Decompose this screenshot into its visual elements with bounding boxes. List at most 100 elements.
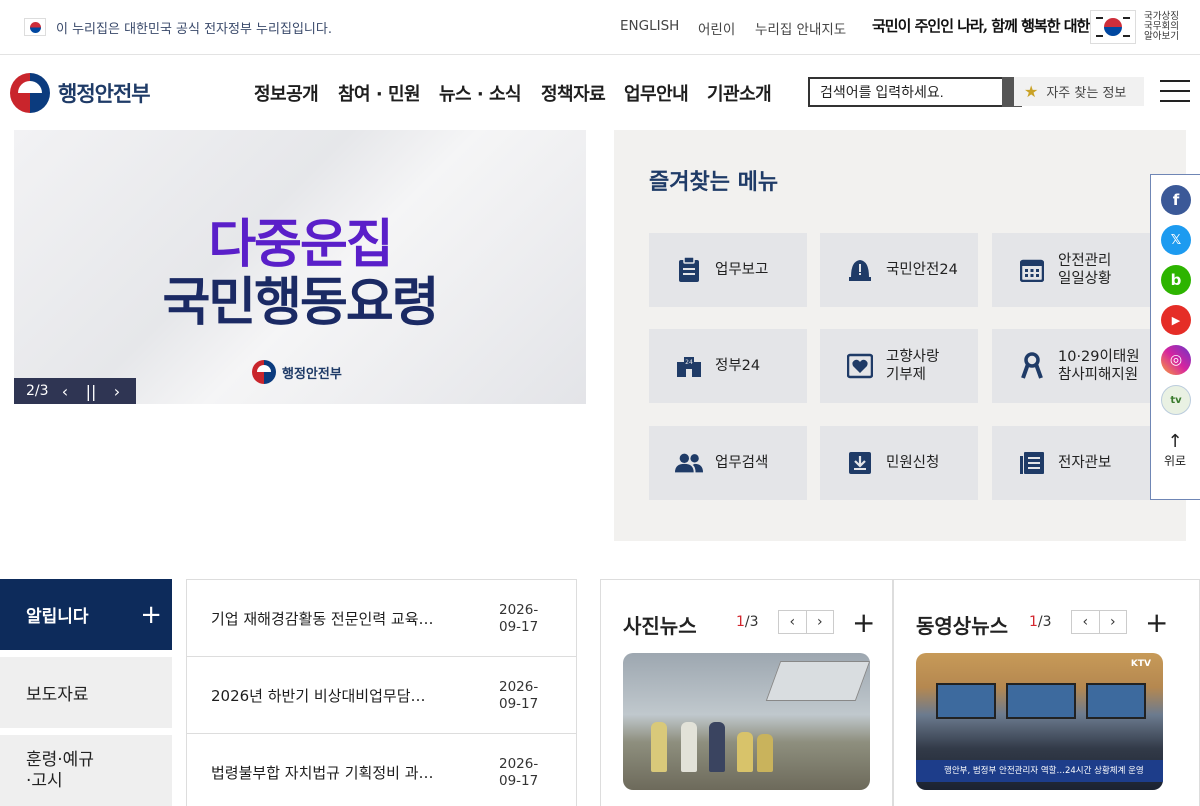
fav-item-label: 업무보고 (715, 262, 769, 278)
fav-item-label: 민원신청 (886, 455, 940, 471)
photo-news-pager: 1/3 (736, 614, 759, 630)
banner-headline-2: 국민행동요령 (162, 273, 439, 333)
tab-regulations[interactable]: 훈령·예규 ·고시 (0, 735, 172, 806)
nav-about[interactable]: 기관소개 (707, 80, 772, 106)
notice-title: 기업 재해경감활동 전문인력 교육… (211, 610, 434, 628)
notice-list: 기업 재해경감활동 전문인력 교육… 2026- 09-17 2026년 하반기… (186, 579, 577, 806)
chevron-left-icon[interactable]: ‹ (779, 611, 807, 633)
fav-item-daily-safety[interactable]: 안전관리 일일상황 (992, 233, 1150, 307)
heart-box-icon (846, 352, 874, 380)
photo-news-box: 사진뉴스 1/3 ‹ › + (600, 579, 893, 806)
blog-icon[interactable]: b (1161, 265, 1191, 295)
banner-controls: 2/3 ‹ || › (14, 378, 136, 404)
taegeuk-logo-icon (10, 73, 50, 113)
slide-counter: 2/3 (26, 383, 49, 399)
scroll-top-button[interactable]: ↑ 위로 (1151, 431, 1199, 469)
notice-date: 2026- 09-17 (499, 679, 539, 712)
main-banner[interactable]: 다중운집 국민행동요령 행정안전부 (14, 130, 586, 404)
fav-item-itaewon-support[interactable]: 10·29이태원 참사피해지원 (992, 329, 1150, 403)
fav-item-safety24[interactable]: 국민안전24 (820, 233, 978, 307)
search-box (808, 77, 1022, 107)
prev-slide-icon[interactable]: ‹ (52, 382, 78, 401)
photo-news-thumbnail[interactable] (623, 653, 870, 790)
arrow-up-icon: ↑ (1167, 431, 1183, 452)
chevron-left-icon[interactable]: ‹ (1072, 611, 1100, 633)
fav-item-label: 전자관보 (1058, 455, 1112, 471)
video-news-pager: 1/3 (1029, 614, 1052, 630)
nav-news[interactable]: 뉴스 · 소식 (439, 80, 522, 106)
notice-date: 2026- 09-17 (499, 602, 539, 635)
frequent-info-button[interactable]: ★ 자주 찾는 정보 (1014, 77, 1144, 106)
chevron-right-icon[interactable]: › (1100, 611, 1127, 633)
photo-news-arrows: ‹ › (778, 610, 834, 634)
people-icon (675, 449, 703, 477)
national-symbols-link[interactable]: 국가상징 국무회의 알아보기 (1090, 9, 1186, 45)
x-icon[interactable]: 𝕏 (1161, 225, 1191, 255)
list-item[interactable]: 기업 재해경감활동 전문인력 교육… 2026- 09-17 (187, 580, 576, 657)
top-utility-bar: 이 누리집은 대한민국 공식 전자정부 누리집입니다. ENGLISH 어린이 … (0, 0, 1200, 55)
korea-flag-icon (1090, 10, 1136, 44)
video-news-arrows: ‹ › (1071, 610, 1127, 634)
pause-icon[interactable]: || (78, 382, 104, 401)
fav-item-label: 국민안전24 (886, 262, 958, 278)
next-slide-icon[interactable]: › (104, 382, 130, 401)
fav-item-label: 안전관리 일일상황 (1058, 253, 1112, 287)
fav-item-label: 고향사랑 기부제 (886, 349, 940, 383)
gov24-icon: 24 (675, 352, 703, 380)
notice-date: 2026- 09-17 (499, 756, 539, 789)
tv-icon[interactable]: tv (1161, 385, 1191, 415)
site-logo[interactable]: 행정안전부 (10, 73, 151, 113)
english-link[interactable]: ENGLISH (620, 18, 679, 34)
plus-icon[interactable]: + (1145, 606, 1168, 639)
tab-notices[interactable]: 알립니다 + (0, 579, 172, 650)
list-item[interactable]: 법령불부합 자치법규 기획정비 과… 2026- 09-17 (187, 734, 576, 806)
photo-news-title: 사진뉴스 (623, 614, 697, 638)
nav-work-guide[interactable]: 업무안내 (624, 80, 689, 106)
sitemap-link[interactable]: 누리집 안내지도 (755, 18, 846, 38)
list-item[interactable]: 2026년 하반기 비상대비업무담… 2026- 09-17 (187, 657, 576, 734)
kids-link[interactable]: 어린이 (698, 18, 735, 38)
document-list-icon (1018, 449, 1046, 477)
fav-item-hometown-donation[interactable]: 고향사랑 기부제 (820, 329, 978, 403)
video-caption: 행안부, 범정부 안전관리자 역할…24시간 상황체계 운영 (916, 760, 1163, 782)
gov-site-notice[interactable]: 이 누리집은 대한민국 공식 전자정부 누리집입니다. (56, 18, 332, 37)
logo-text: 행정안전부 (58, 82, 151, 106)
facebook-icon[interactable]: f (1161, 185, 1191, 215)
channel-label: KTV (1130, 659, 1151, 669)
fav-item-civil-petition[interactable]: 민원신청 (820, 426, 978, 500)
fav-item-label: 10·29이태원 참사피해지원 (1058, 349, 1140, 383)
plus-icon[interactable]: + (140, 600, 162, 630)
scroll-top-label: 위로 (1163, 454, 1187, 468)
favorites-panel: 즐겨찾는 메뉴 업무보고 국민안전24 안전관리 일일상황 24 정부24 고향… (614, 130, 1186, 541)
fav-item-gov24[interactable]: 24 정부24 (649, 329, 807, 403)
nav-participation[interactable]: 참여 · 민원 (338, 80, 421, 106)
alert-bell-icon (846, 256, 874, 284)
frequent-info-label: 자주 찾는 정보 (1046, 86, 1127, 101)
nav-info-disclosure[interactable]: 정보공개 (254, 80, 319, 106)
national-symbols-label: 국가상징 국무회의 알아보기 (1144, 11, 1179, 42)
calendar-icon (1018, 256, 1046, 284)
youtube-icon[interactable]: ▶ (1161, 305, 1191, 335)
favorites-title: 즐겨찾는 메뉴 (649, 170, 779, 195)
search-input[interactable] (810, 84, 1000, 100)
fav-item-work-report[interactable]: 업무보고 (649, 233, 807, 307)
ribbon-icon (1018, 352, 1046, 380)
tab-press-label: 보도자료 (26, 685, 89, 705)
fav-item-work-search[interactable]: 업무검색 (649, 426, 807, 500)
tab-regulations-label: 훈령·예규 ·고시 (26, 749, 94, 791)
tab-notices-label: 알립니다 (26, 607, 89, 627)
video-news-thumbnail[interactable]: KTV 행안부, 범정부 안전관리자 역할…24시간 상황체계 운영 (916, 653, 1163, 790)
video-news-box: 동영상뉴스 1/3 ‹ › + KTV 행안부, 범정부 안전관리자 역할…24… (893, 579, 1200, 806)
nav-policy-data[interactable]: 정책자료 (541, 80, 606, 106)
plus-icon[interactable]: + (852, 606, 875, 639)
banner-logo: 행정안전부 (252, 360, 342, 384)
menu-icon[interactable] (1160, 80, 1190, 102)
chevron-right-icon[interactable]: › (807, 611, 834, 633)
instagram-icon[interactable]: ◎ (1161, 345, 1191, 375)
tab-press-releases[interactable]: 보도자료 (0, 657, 172, 728)
fav-item-official-gazette[interactable]: 전자관보 (992, 426, 1150, 500)
notice-title: 법령불부합 자치법규 기획정비 과… (211, 764, 434, 782)
korea-flag-icon (24, 18, 46, 36)
government-slogan: 국민이 주인인 나라, 함께 행복한 대한민국 (872, 17, 1116, 35)
fav-item-label: 정부24 (715, 358, 761, 374)
